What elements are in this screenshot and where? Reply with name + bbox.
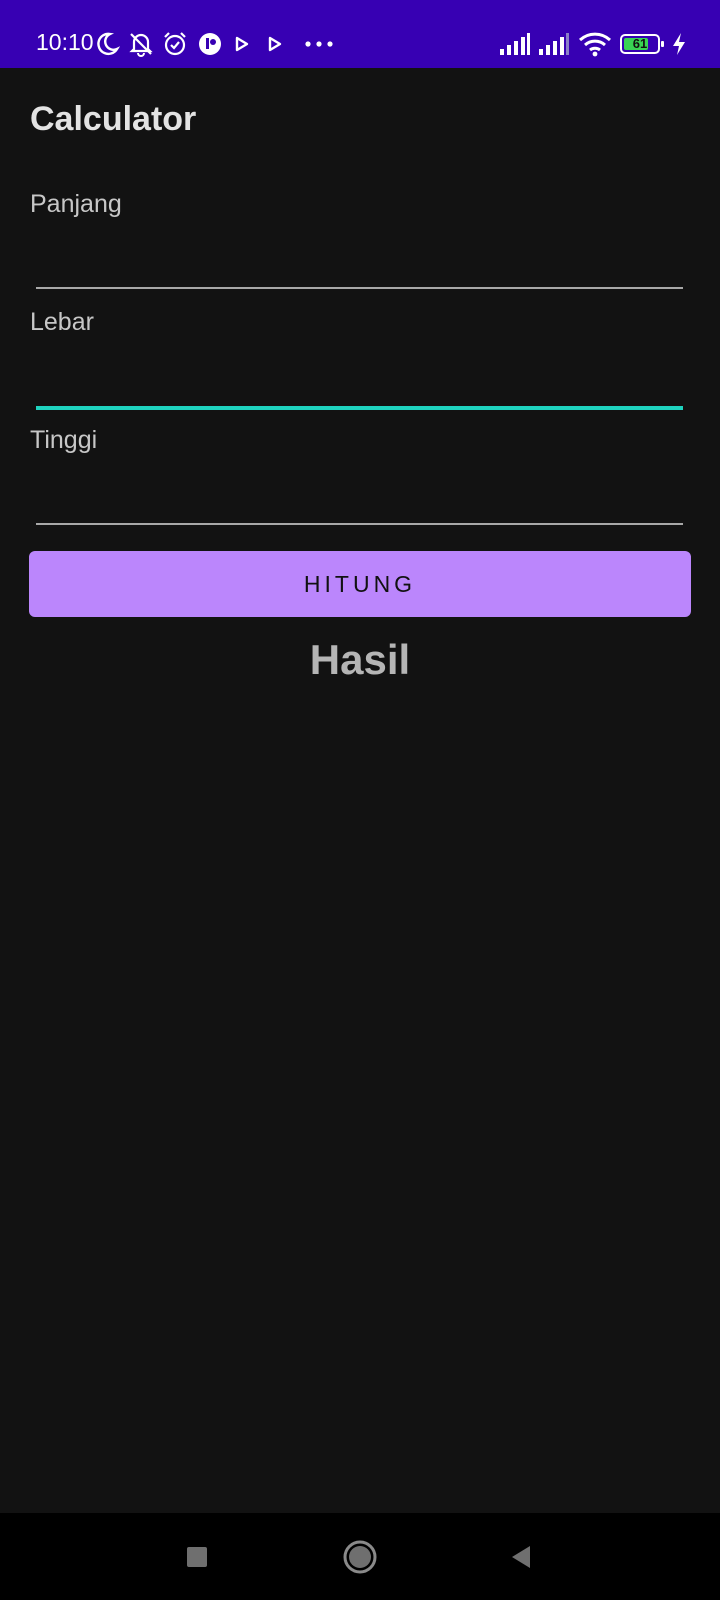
play-icon (232, 29, 252, 59)
lebar-input[interactable] (36, 360, 683, 410)
page-title: Calculator (30, 100, 197, 138)
recents-square-icon[interactable] (173, 1533, 221, 1581)
navigation-bar (0, 1513, 720, 1600)
wifi-icon (578, 29, 612, 59)
alarm-icon (162, 29, 188, 59)
status-time: 10:10 (36, 29, 94, 55)
more-dots-icon (304, 29, 334, 59)
home-circle-icon[interactable] (336, 1533, 384, 1581)
play-icon (265, 29, 285, 59)
back-triangle-icon[interactable] (497, 1533, 545, 1581)
charging-icon (671, 29, 687, 59)
lebar-label: Lebar (30, 308, 94, 336)
app-notification-icon (197, 29, 223, 59)
signal-icon (499, 29, 531, 59)
tinggi-input[interactable] (36, 475, 683, 525)
panjang-label: Panjang (30, 190, 122, 218)
result-text: Hasil (309, 636, 411, 683)
moon-icon (94, 29, 120, 59)
bell-off-icon (128, 29, 154, 59)
panjang-input[interactable] (36, 239, 683, 289)
hitung-button[interactable]: HITUNG (29, 551, 691, 617)
battery-icon: 61 (620, 29, 664, 59)
signal-icon (538, 29, 570, 59)
battery-level-text: 61 (632, 36, 648, 51)
status-bar: 10:10 61 (0, 0, 720, 68)
tinggi-label: Tinggi (30, 426, 98, 454)
